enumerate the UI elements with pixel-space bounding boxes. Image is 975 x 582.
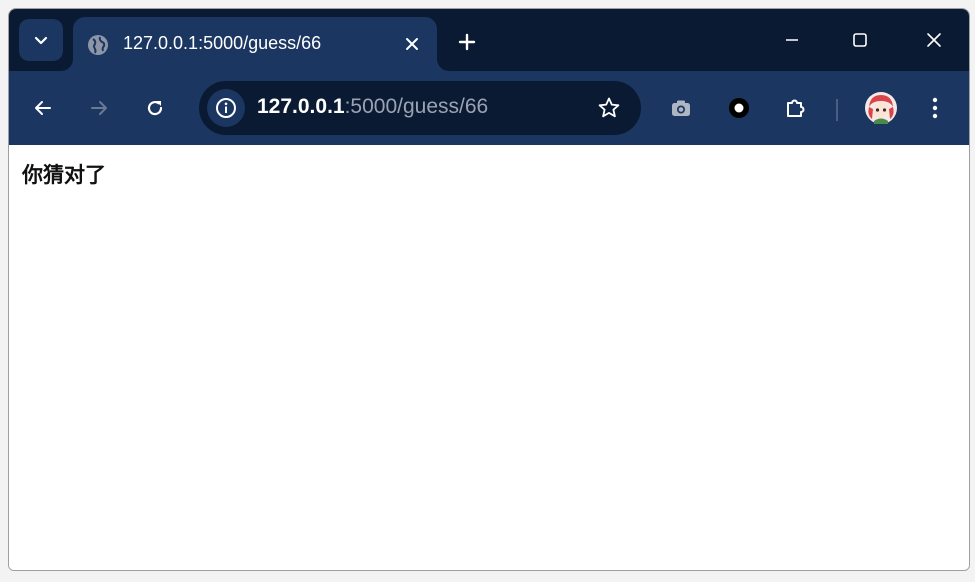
bookmark-button[interactable] xyxy=(593,92,625,124)
browser-toolbar: 127.0.0.1:5000/guess/66 xyxy=(9,71,969,145)
url-host: 127.0.0.1 xyxy=(257,95,345,118)
bookmark-star-icon xyxy=(598,97,620,118)
extensions-puzzle-icon xyxy=(787,99,805,117)
site-info-button[interactable] xyxy=(207,89,245,127)
close-icon xyxy=(406,38,418,50)
url-text: 127.0.0.1:5000/guess/66 xyxy=(257,95,488,119)
profile-avatar xyxy=(865,92,897,124)
camera-icon xyxy=(672,100,690,116)
new-tab-button[interactable] xyxy=(449,24,485,60)
tab-title: 127.0.0.1:5000/guess/66 xyxy=(123,33,322,53)
back-icon xyxy=(35,101,51,115)
reload-icon xyxy=(147,100,163,116)
active-tab[interactable]: 127.0.0.1:5000/guess/66 xyxy=(73,17,437,71)
info-icon xyxy=(216,98,236,118)
tab-strip: 127.0.0.1:5000/guess/66 xyxy=(9,9,969,71)
forward-icon xyxy=(91,101,107,115)
window-close-button[interactable] xyxy=(911,19,957,61)
forward-button[interactable] xyxy=(79,88,119,128)
page-body-text: 你猜对了 xyxy=(22,163,106,187)
plus-icon xyxy=(458,33,476,51)
circle-extension-icon xyxy=(729,98,749,118)
minimize-button[interactable] xyxy=(769,19,815,61)
more-menu-button[interactable] xyxy=(915,88,955,128)
tab-close-button[interactable] xyxy=(397,29,427,59)
maximize-button[interactable] xyxy=(837,19,883,61)
maximize-icon xyxy=(853,33,867,47)
toolbar-divider xyxy=(836,99,838,121)
more-menu-icon xyxy=(932,97,938,119)
minimize-icon xyxy=(786,39,798,41)
address-bar[interactable]: 127.0.0.1:5000/guess/66 xyxy=(199,81,641,135)
page-content: 你猜对了 xyxy=(9,145,969,570)
browser-window: 127.0.0.1:5000/guess/66 127.0.0.1:5000/g… xyxy=(8,8,970,571)
profile-button[interactable] xyxy=(861,88,901,128)
close-icon xyxy=(927,33,941,47)
reload-button[interactable] xyxy=(135,88,175,128)
camera-extension-button[interactable] xyxy=(661,88,701,128)
back-button[interactable] xyxy=(23,88,63,128)
globe-icon xyxy=(88,35,108,55)
extensions-button[interactable] xyxy=(775,88,815,128)
circle-extension-button[interactable] xyxy=(719,88,759,128)
chevron-down-icon xyxy=(34,36,48,45)
tab-search-button[interactable] xyxy=(19,19,63,61)
url-path: :5000/guess/66 xyxy=(344,95,489,118)
